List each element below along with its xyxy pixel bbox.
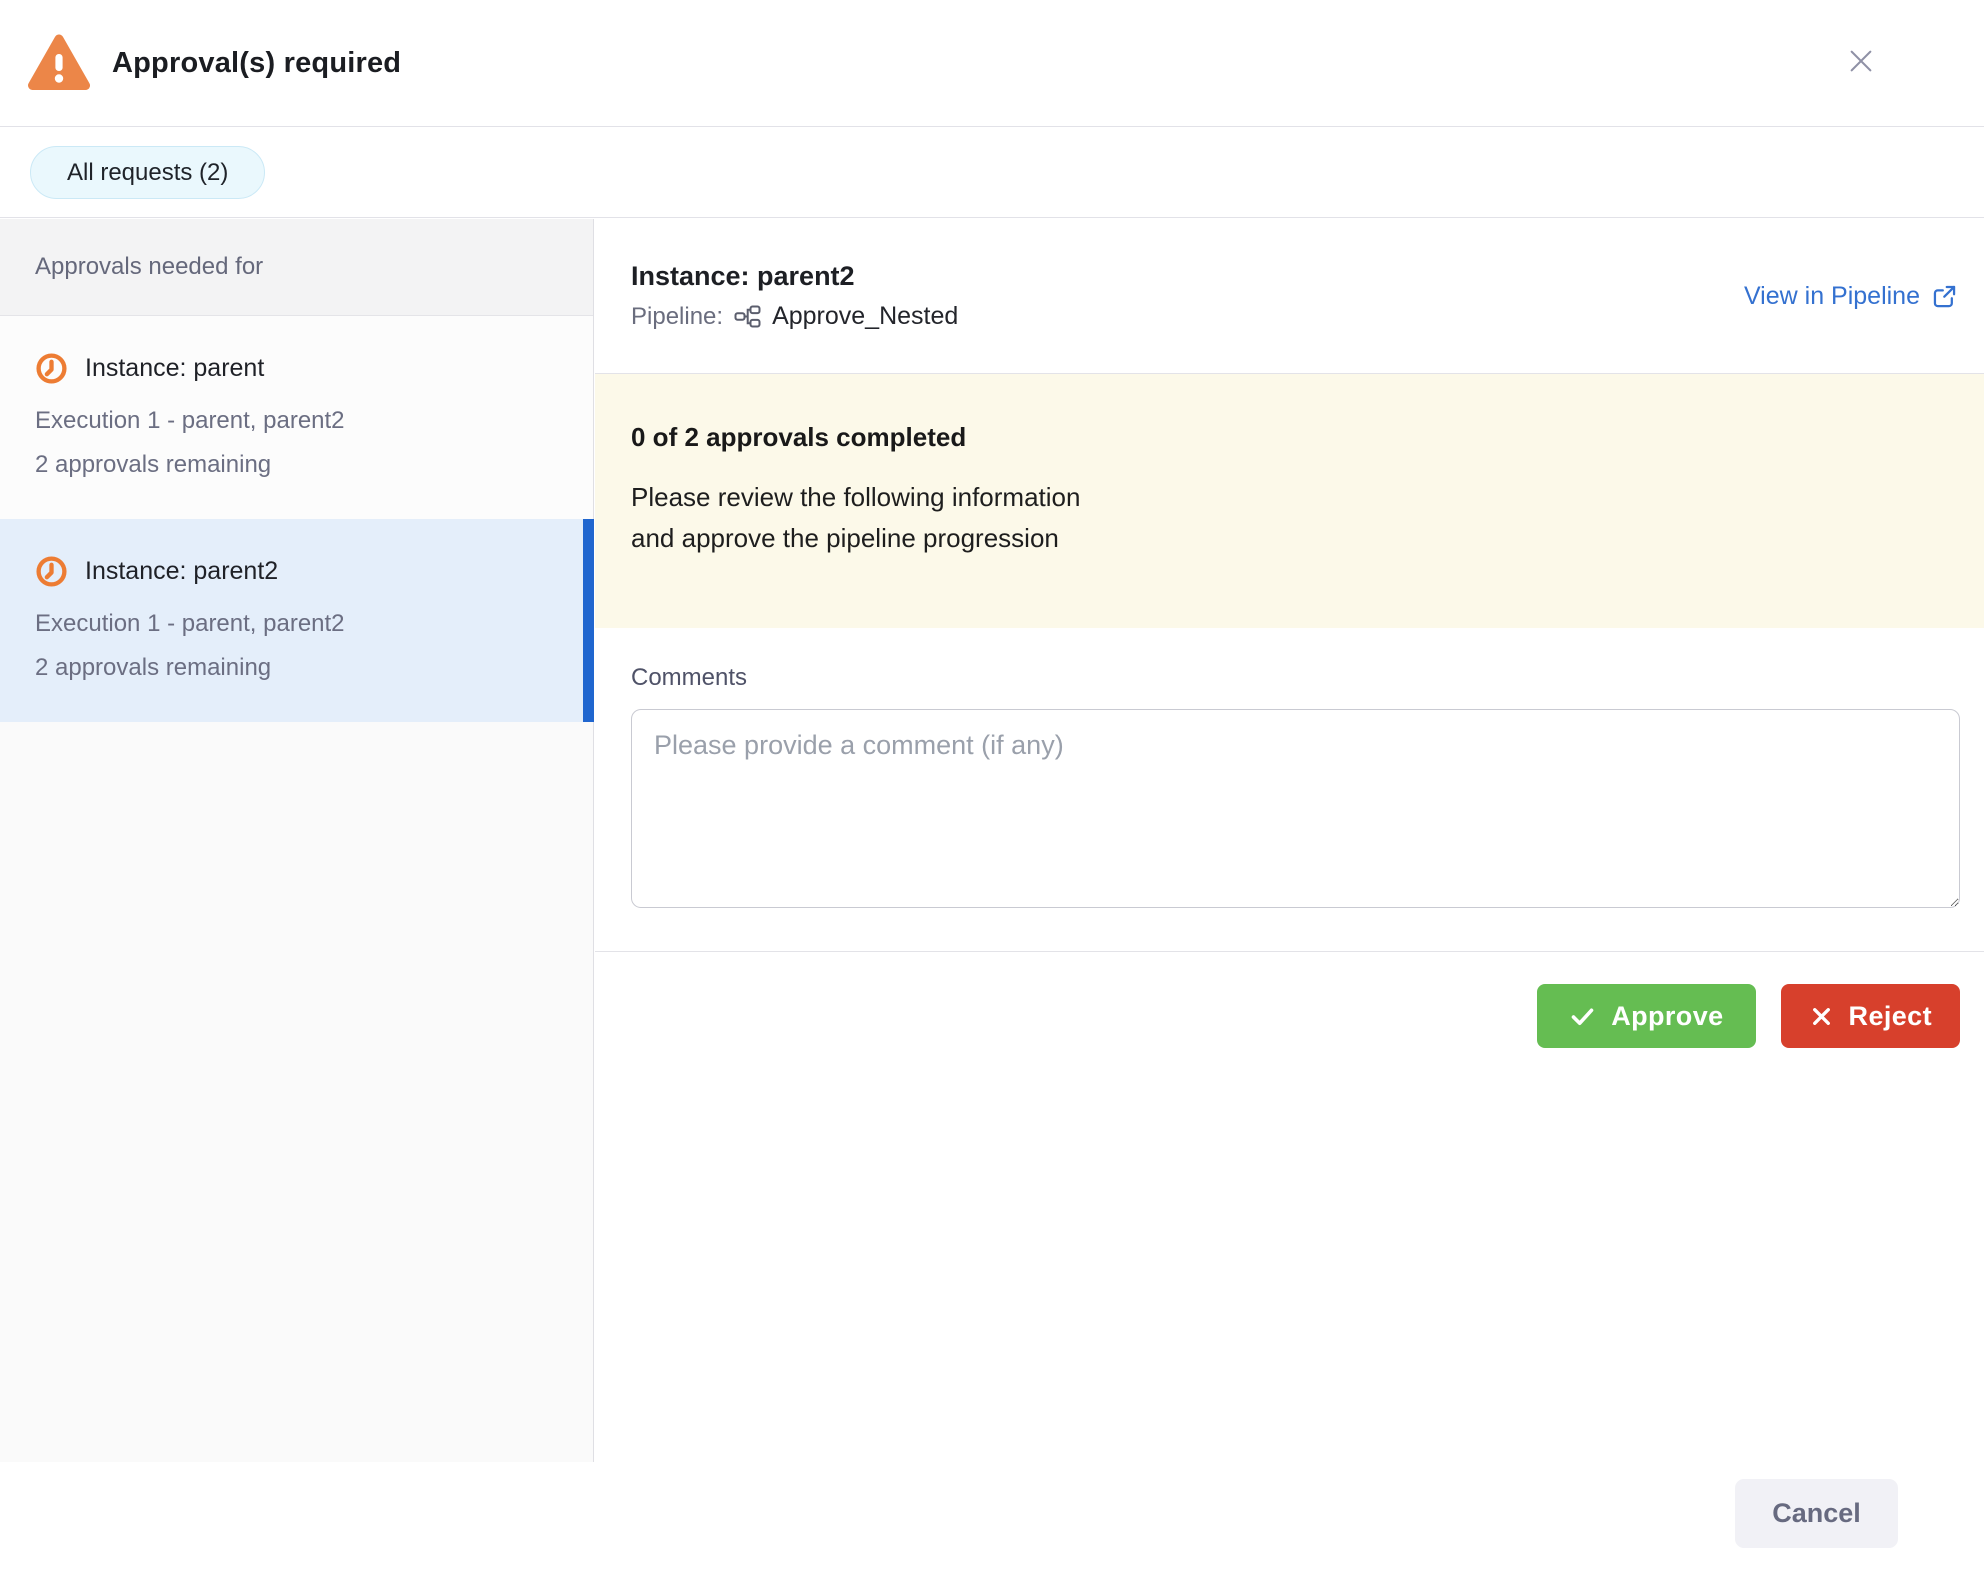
approval-item-title: Instance: parent2 — [85, 557, 278, 586]
approve-button-label: Approve — [1611, 1001, 1723, 1032]
approval-detail-panel: Instance: parent2 Pipeline: — [595, 219, 1984, 1048]
reject-button[interactable]: Reject — [1781, 984, 1960, 1048]
close-icon[interactable] — [1838, 38, 1884, 84]
warning-triangle-icon — [26, 30, 92, 96]
x-icon — [1809, 1004, 1834, 1029]
pipeline-label: Pipeline: — [631, 303, 723, 331]
modal-header: Approval(s) required — [0, 0, 1984, 127]
check-icon — [1569, 1003, 1596, 1030]
comment-input[interactable] — [631, 709, 1960, 908]
clock-icon — [35, 555, 68, 588]
approval-message-line1: Please review the following information — [631, 477, 1948, 518]
approval-status-banner: 0 of 2 approvals completed Please review… — [595, 374, 1984, 628]
reject-button-label: Reject — [1849, 1001, 1932, 1032]
comments-label: Comments — [631, 664, 1984, 692]
pipeline-graph-icon — [734, 305, 761, 328]
modal-title: Approval(s) required — [112, 47, 401, 80]
view-in-pipeline-link[interactable]: View in Pipeline — [1744, 282, 1958, 311]
approval-list-item-parent2[interactable]: Instance: parent2 Execution 1 - parent, … — [0, 519, 593, 722]
approval-item-remaining: 2 approvals remaining — [35, 451, 573, 479]
approvals-progress-text: 0 of 2 approvals completed — [631, 422, 1948, 453]
approve-button[interactable]: Approve — [1537, 984, 1755, 1048]
sidebar-heading: Approvals needed for — [0, 219, 593, 316]
pipeline-name: Approve_Nested — [772, 302, 958, 331]
approval-item-execution: Execution 1 - parent, parent2 — [35, 610, 573, 638]
detail-instance-title: Instance: parent2 — [631, 261, 958, 292]
actions-divider — [595, 951, 1984, 952]
approval-message-line2: and approve the pipeline progression — [631, 518, 1948, 559]
external-link-icon — [1931, 283, 1958, 310]
approval-modal: Approval(s) required All requests (2) Ap… — [0, 0, 1984, 1588]
requests-filter-row: All requests (2) — [0, 128, 1984, 218]
cancel-button[interactable]: Cancel — [1735, 1479, 1898, 1548]
clock-icon — [35, 352, 68, 385]
detail-header: Instance: parent2 Pipeline: — [595, 219, 1984, 374]
view-in-pipeline-label: View in Pipeline — [1744, 282, 1920, 311]
approval-item-execution: Execution 1 - parent, parent2 — [35, 407, 573, 435]
approval-item-title: Instance: parent — [85, 354, 264, 383]
selected-indicator-bar — [583, 519, 594, 722]
action-buttons: Approve Reject — [595, 984, 1984, 1048]
approval-list-item-parent[interactable]: Instance: parent Execution 1 - parent, p… — [0, 316, 593, 519]
approval-item-remaining: 2 approvals remaining — [35, 654, 573, 682]
all-requests-pill[interactable]: All requests (2) — [30, 146, 265, 199]
approvals-sidebar: Approvals needed for Instance: parent Ex… — [0, 219, 594, 1462]
